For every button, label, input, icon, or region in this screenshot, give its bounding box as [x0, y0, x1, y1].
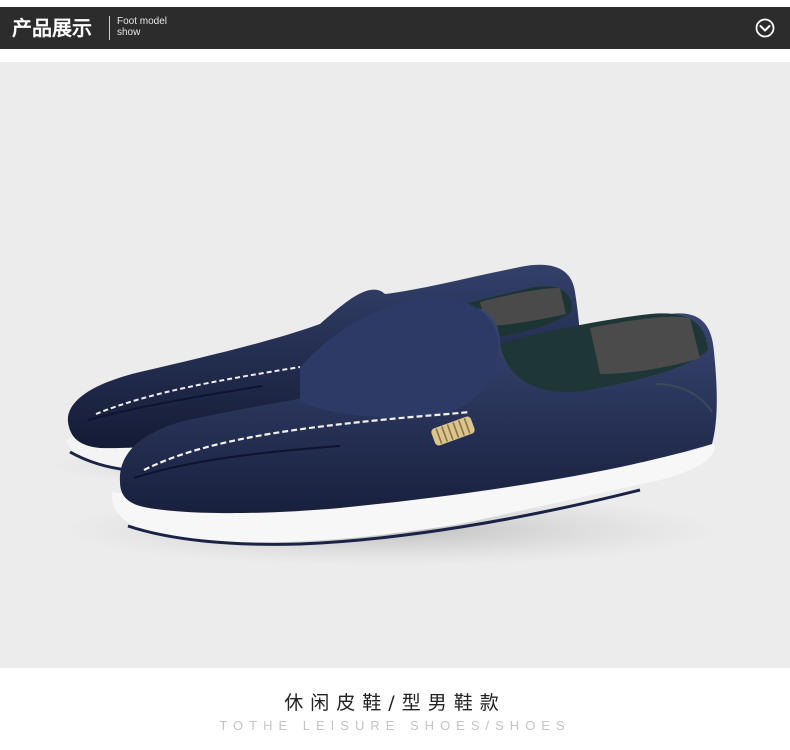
caption-title-cn: 休闲皮鞋/型男鞋款 [284, 692, 506, 714]
product-photo [0, 62, 790, 668]
section-title: 产品展示 [12, 16, 92, 40]
section-header: 产品展示 Foot model show [0, 7, 790, 49]
subtitle-line-2: show [117, 27, 141, 38]
caption-title-en: TOTHE LEISURE SHOES/SHOES [219, 718, 571, 733]
loafers-illustration [50, 264, 720, 566]
chevron-down-circle-icon[interactable] [755, 18, 775, 38]
subtitle-line-1: Foot model [117, 16, 168, 27]
section-subtitle: Foot model show [117, 16, 167, 38]
header-divider [109, 16, 110, 40]
